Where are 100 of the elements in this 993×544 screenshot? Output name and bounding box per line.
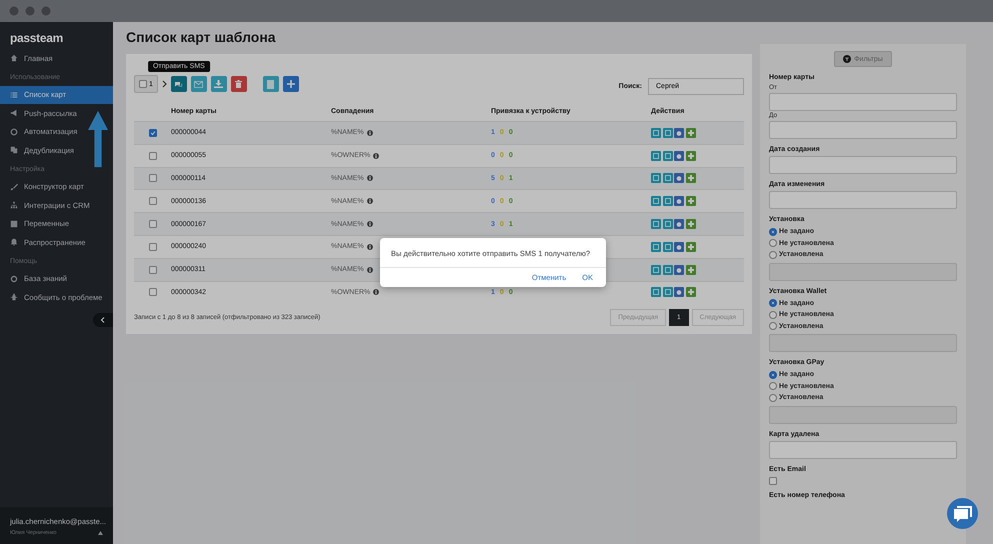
row-checkbox[interactable] bbox=[148, 266, 156, 274]
row-checkbox[interactable] bbox=[148, 220, 156, 228]
row-checkbox[interactable] bbox=[148, 152, 156, 160]
row-action-button[interactable] bbox=[686, 219, 696, 230]
row-action-button[interactable] bbox=[686, 173, 696, 184]
brush-icon bbox=[10, 182, 18, 191]
delete-button[interactable] bbox=[230, 76, 247, 92]
row-action-button[interactable] bbox=[662, 242, 672, 252]
input-field[interactable] bbox=[769, 191, 957, 209]
logo: passteam bbox=[9, 30, 64, 47]
info-icon bbox=[366, 175, 373, 182]
row-action-button[interactable] bbox=[662, 150, 672, 161]
document-icon bbox=[653, 175, 659, 182]
info-icon bbox=[366, 198, 373, 204]
row-action-button[interactable] bbox=[662, 219, 672, 230]
radio-button[interactable] bbox=[769, 250, 777, 259]
row-action-button[interactable] bbox=[686, 242, 696, 252]
row-checkbox[interactable] bbox=[148, 174, 156, 182]
android-icon bbox=[688, 198, 694, 204]
info-icon bbox=[366, 244, 373, 250]
row-action-button[interactable] bbox=[651, 264, 661, 275]
chevron-right-icon bbox=[162, 80, 167, 88]
radio-button[interactable] bbox=[769, 310, 777, 319]
row-checkbox[interactable] bbox=[148, 197, 156, 206]
row-action-button[interactable] bbox=[674, 219, 684, 230]
list-icon bbox=[664, 221, 670, 228]
row-checkbox[interactable] bbox=[148, 242, 156, 251]
add-button[interactable] bbox=[282, 76, 299, 92]
input-field[interactable] bbox=[769, 334, 957, 352]
android-icon bbox=[688, 266, 694, 273]
row-action-button[interactable] bbox=[662, 196, 672, 206]
row-action-button[interactable] bbox=[674, 264, 684, 275]
row-action-button[interactable] bbox=[651, 196, 661, 206]
copy-icon bbox=[10, 146, 18, 154]
info-icon bbox=[366, 130, 373, 136]
chat-icon bbox=[174, 80, 184, 88]
row-action-button[interactable] bbox=[674, 242, 684, 252]
download-button[interactable] bbox=[210, 76, 227, 92]
radio-button[interactable] bbox=[769, 239, 777, 248]
document-icon bbox=[653, 130, 659, 136]
android-icon bbox=[688, 152, 694, 159]
row-action-button[interactable] bbox=[674, 128, 684, 138]
chat-button[interactable] bbox=[947, 498, 978, 529]
tree-icon bbox=[10, 201, 18, 210]
radio-button[interactable] bbox=[769, 322, 777, 330]
row-action-button[interactable] bbox=[662, 128, 672, 138]
list-icon bbox=[664, 266, 670, 273]
trash-icon bbox=[235, 80, 242, 88]
row-action-button[interactable] bbox=[674, 173, 684, 184]
radio-button[interactable] bbox=[769, 299, 777, 308]
list-icon bbox=[664, 198, 670, 204]
android-icon bbox=[688, 221, 694, 228]
row-action-button[interactable] bbox=[662, 173, 672, 184]
row-action-button[interactable] bbox=[674, 150, 684, 161]
input-field[interactable] bbox=[769, 156, 957, 174]
email-button[interactable] bbox=[190, 76, 207, 92]
row-action-button[interactable] bbox=[651, 128, 661, 138]
info-icon bbox=[366, 266, 373, 273]
input-field[interactable] bbox=[769, 440, 957, 458]
row-action-button[interactable] bbox=[662, 287, 672, 298]
radio-button[interactable] bbox=[769, 228, 777, 236]
row-action-button[interactable] bbox=[686, 287, 696, 298]
row-action-button[interactable] bbox=[651, 150, 661, 161]
input-field[interactable] bbox=[769, 406, 957, 424]
row-action-button[interactable] bbox=[651, 219, 661, 230]
window-controls-icon[interactable] bbox=[9, 6, 53, 16]
list-icon bbox=[664, 289, 670, 296]
row-action-button[interactable] bbox=[651, 242, 661, 252]
envelope-icon bbox=[194, 80, 204, 88]
page-title: Список карт шаблона bbox=[126, 28, 277, 46]
checkbox[interactable] bbox=[769, 476, 777, 484]
row-action-button[interactable] bbox=[686, 196, 696, 206]
calculator-button[interactable] bbox=[262, 76, 279, 92]
radio-button[interactable] bbox=[769, 370, 777, 379]
row-action-button[interactable] bbox=[686, 150, 696, 161]
megaphone-icon bbox=[10, 109, 18, 118]
input-field[interactable] bbox=[769, 93, 957, 111]
row-action-button[interactable] bbox=[651, 173, 661, 184]
plus-icon bbox=[286, 80, 295, 88]
input-field[interactable] bbox=[769, 262, 957, 280]
row-action-button[interactable] bbox=[674, 287, 684, 298]
row-action-button[interactable] bbox=[686, 128, 696, 138]
list-icon bbox=[10, 90, 18, 99]
up-arrow-drawing bbox=[87, 110, 109, 168]
info-icon bbox=[373, 289, 380, 296]
collapse-button[interactable] bbox=[93, 313, 113, 327]
row-action-button[interactable] bbox=[651, 287, 661, 298]
row-action-button[interactable] bbox=[674, 196, 684, 206]
input-field[interactable] bbox=[769, 121, 957, 139]
row-action-button[interactable] bbox=[662, 264, 672, 275]
document-icon bbox=[653, 221, 659, 228]
radio-button[interactable] bbox=[769, 382, 777, 390]
document-icon bbox=[653, 289, 659, 296]
row-checkbox[interactable] bbox=[148, 128, 156, 137]
list-icon bbox=[664, 175, 670, 182]
row-checkbox[interactable] bbox=[148, 288, 156, 296]
android-icon bbox=[688, 244, 694, 250]
row-action-button[interactable] bbox=[686, 264, 696, 275]
document-icon bbox=[653, 244, 659, 250]
radio-button[interactable] bbox=[769, 394, 777, 402]
